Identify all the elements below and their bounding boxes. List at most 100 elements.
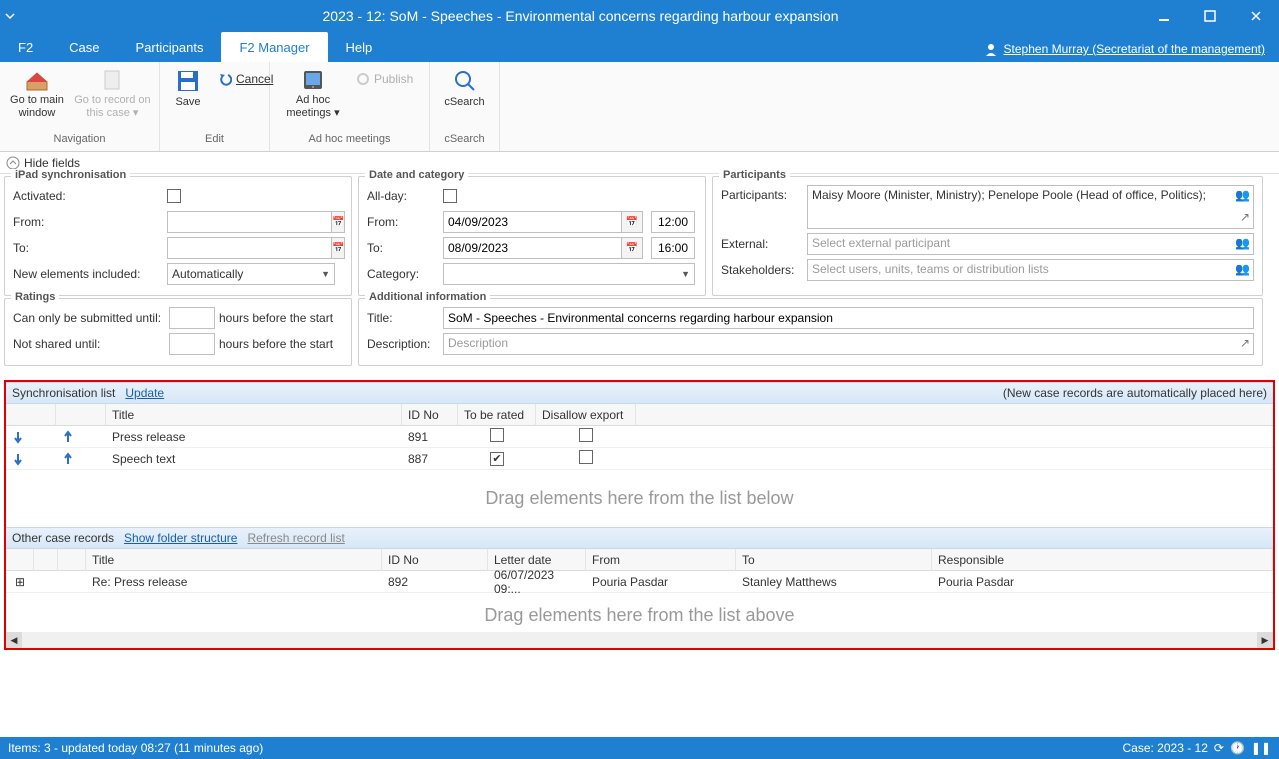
horizontal-scrollbar[interactable]: ◀ ▶: [6, 632, 1273, 648]
refresh-list-link[interactable]: Refresh record list: [247, 531, 344, 545]
csearch-button[interactable]: cSearch: [438, 66, 491, 109]
pause-icon[interactable]: ❚❚: [1251, 741, 1271, 755]
ipad-from-date[interactable]: 📅: [167, 211, 335, 233]
sync-list-label: Synchronisation list: [12, 386, 115, 400]
sync-drop-zone[interactable]: Drag elements here from the list below: [6, 470, 1273, 527]
expand-icon[interactable]: ↗: [1240, 210, 1250, 224]
allday-checkbox[interactable]: [443, 189, 457, 203]
people-icon[interactable]: 👥: [1235, 188, 1250, 202]
sync-note: (New case records are automatically plac…: [1003, 386, 1267, 400]
cell-id: 887: [402, 452, 458, 466]
status-case: Case: 2023 - 12: [1122, 741, 1207, 755]
new-elements-combo[interactable]: Automatically▼: [167, 263, 335, 285]
user-icon: [984, 42, 998, 56]
people-icon[interactable]: 👥: [1235, 262, 1250, 276]
col-responsible[interactable]: Responsible: [932, 549, 1273, 571]
participants-field[interactable]: Maisy Moore (Minister, Ministry); Penelo…: [807, 185, 1254, 229]
save-button[interactable]: Save: [168, 66, 208, 109]
time-from-input[interactable]: [651, 211, 695, 233]
col-rated[interactable]: To be rated: [458, 404, 536, 426]
disallow-export-checkbox[interactable]: [579, 428, 593, 442]
sync-list-header: Synchronisation list Update (New case re…: [6, 382, 1273, 404]
update-link[interactable]: Update: [125, 386, 164, 400]
tab-help[interactable]: Help: [328, 32, 391, 62]
title-bar: 2023 - 12: SoM - Speeches - Environmenta…: [0, 0, 1279, 32]
table-row[interactable]: Speech text887 ✔: [6, 448, 1273, 470]
move-down-icon[interactable]: [6, 430, 56, 444]
col-id[interactable]: ID No: [402, 404, 458, 426]
description-input[interactable]: Description↗: [443, 333, 1254, 355]
publish-button: Publish: [356, 68, 413, 90]
undo-icon: [218, 72, 232, 86]
close-button[interactable]: [1233, 0, 1279, 32]
status-left: Items: 3 - updated today 08:27 (11 minut…: [8, 741, 263, 755]
date-from-input[interactable]: 📅: [443, 211, 643, 233]
ribbon: Go to main window Go to record on this c…: [0, 62, 1279, 152]
cancel-button[interactable]: Cancel: [218, 68, 273, 90]
user-label: Stephen Murray (Secretariat of the manag…: [1004, 42, 1265, 56]
publish-icon: [356, 72, 370, 86]
refresh-icon[interactable]: ⟳: [1214, 741, 1224, 755]
clock-icon[interactable]: 🕐: [1230, 741, 1245, 755]
disallow-export-checkbox[interactable]: [579, 450, 593, 464]
minimize-button[interactable]: [1141, 0, 1187, 32]
other-records-label: Other case records: [12, 531, 114, 545]
tab-f2-manager[interactable]: F2 Manager: [221, 32, 327, 62]
table-row[interactable]: Press release891: [6, 426, 1273, 448]
ipad-to-date[interactable]: 📅: [167, 237, 335, 259]
calendar-icon[interactable]: 📅: [621, 237, 643, 259]
date-to-input[interactable]: 📅: [443, 237, 643, 259]
to-be-rated-checkbox[interactable]: [490, 428, 504, 442]
qat-dropdown[interactable]: [0, 11, 20, 21]
record-icon: [100, 68, 124, 92]
calendar-icon[interactable]: 📅: [621, 211, 643, 233]
cell-id: 891: [402, 430, 458, 444]
adhoc-meetings-button[interactable]: Ad hoc meetings ▾: [278, 66, 348, 119]
to-be-rated-checkbox[interactable]: ✔: [490, 452, 504, 466]
ratings-panel: Ratings Can only be submitted until: hou…: [4, 298, 352, 366]
submitted-until-input[interactable]: [169, 307, 215, 329]
col-disallow[interactable]: Disallow export: [536, 404, 636, 426]
other-drop-zone[interactable]: Drag elements here from the list above: [6, 593, 1273, 632]
col-from[interactable]: From: [586, 549, 736, 571]
other-records-header: Other case records Show folder structure…: [6, 527, 1273, 549]
calendar-icon[interactable]: 📅: [331, 211, 345, 233]
tab-case[interactable]: Case: [51, 32, 117, 62]
tab-f2[interactable]: F2: [0, 32, 51, 62]
cell-letter-date: 06/07/2023 09:...: [488, 568, 586, 596]
menu-bar: F2 Case Participants F2 Manager Help Ste…: [0, 32, 1279, 62]
scroll-left-button[interactable]: ◀: [6, 632, 22, 648]
col-to[interactable]: To: [736, 549, 932, 571]
title-input[interactable]: [443, 307, 1254, 329]
activated-checkbox[interactable]: [167, 189, 181, 203]
search-icon: [452, 68, 478, 94]
tab-participants[interactable]: Participants: [118, 32, 222, 62]
home-icon: [23, 68, 51, 92]
cell-title: Press release: [106, 430, 402, 444]
hide-fields-toggle[interactable]: Hide fields: [0, 152, 1279, 174]
col-title[interactable]: Title: [86, 549, 382, 571]
window-title: 2023 - 12: SoM - Speeches - Environmenta…: [20, 8, 1141, 24]
maximize-button[interactable]: [1187, 0, 1233, 32]
table-row[interactable]: ⊞Re: Press release89206/07/2023 09:...Po…: [6, 571, 1273, 593]
current-user-link[interactable]: Stephen Murray (Secretariat of the manag…: [984, 42, 1279, 62]
external-field[interactable]: Select external participant👥: [807, 233, 1254, 255]
cell-title: Speech text: [106, 452, 402, 466]
ipad-sync-panel: iPad synchronisation Activated: From: 📅 …: [4, 176, 352, 296]
not-shared-until-input[interactable]: [169, 333, 215, 355]
expand-row-icon[interactable]: ⊞: [6, 575, 34, 589]
expand-icon[interactable]: ↗: [1240, 336, 1250, 350]
category-combo[interactable]: ▼: [443, 263, 695, 285]
time-to-input[interactable]: [651, 237, 695, 259]
people-icon[interactable]: 👥: [1235, 236, 1250, 250]
calendar-icon[interactable]: 📅: [331, 237, 345, 259]
move-up-icon[interactable]: [56, 430, 106, 444]
move-down-icon[interactable]: [6, 452, 56, 466]
scroll-right-button[interactable]: ▶: [1257, 632, 1273, 648]
show-folder-link[interactable]: Show folder structure: [124, 531, 237, 545]
col-id[interactable]: ID No: [382, 549, 488, 571]
col-title[interactable]: Title: [106, 404, 402, 426]
stakeholders-field[interactable]: Select users, units, teams or distributi…: [807, 259, 1254, 281]
go-to-main-window-button[interactable]: Go to main window: [8, 66, 66, 119]
move-up-icon[interactable]: [56, 452, 106, 466]
